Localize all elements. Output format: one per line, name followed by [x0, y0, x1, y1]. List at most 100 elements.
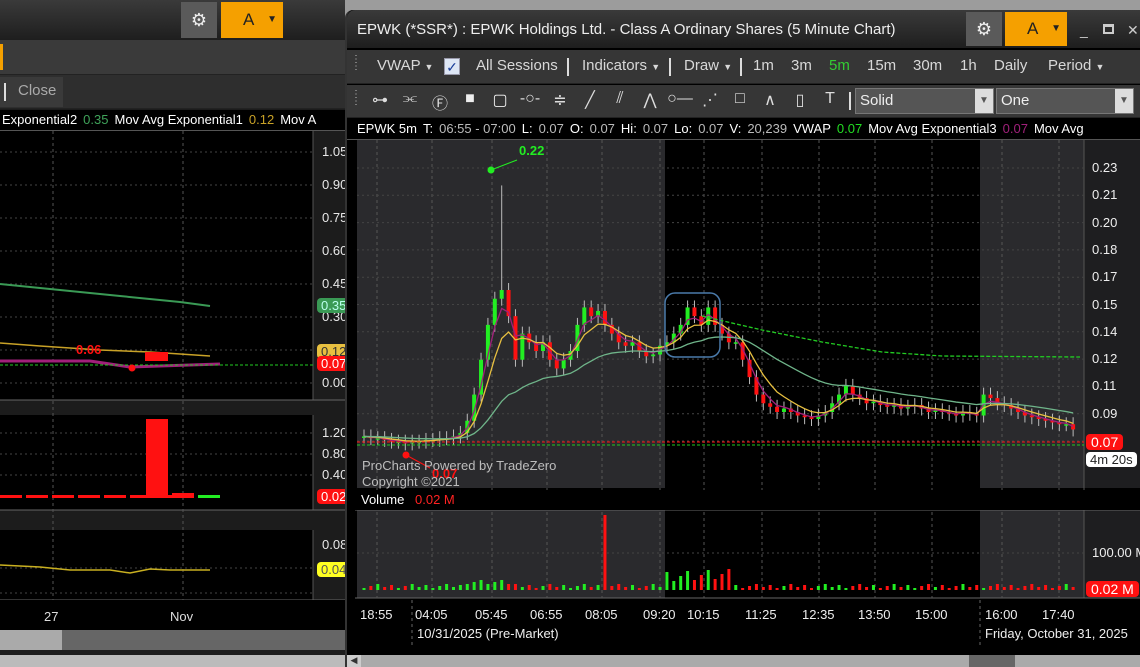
volume-bar — [810, 588, 813, 590]
volume-bar — [658, 587, 662, 590]
price-tick: 0.23 — [1092, 160, 1118, 175]
volume-value: 0.02 M — [415, 492, 455, 507]
time-label: 18:55 — [360, 607, 393, 622]
volume-bar — [562, 585, 566, 590]
volume-bar — [947, 588, 951, 590]
volume-bar — [500, 580, 504, 590]
volume-bar — [603, 515, 607, 590]
volume-bar — [424, 585, 428, 590]
candle — [768, 403, 773, 407]
volume-bar — [672, 581, 676, 590]
volume-bar — [885, 586, 889, 590]
volume-label: Volume — [361, 492, 405, 507]
volume-bar — [858, 584, 862, 590]
volume-bar — [410, 584, 414, 590]
volume-bar — [775, 588, 779, 590]
date-label: 10/31/2025 (Pre-Market) — [417, 626, 559, 641]
volume-bar — [830, 587, 834, 590]
time-label: 13:50 — [858, 607, 891, 622]
volume-bar — [1037, 587, 1041, 590]
volume-bar — [920, 586, 924, 590]
scroll-left-arrow[interactable]: ◀ — [347, 655, 361, 667]
volume-bar — [1050, 588, 1054, 590]
volume-bar — [699, 575, 703, 590]
price-tick: 0.09 — [1092, 405, 1118, 421]
candle — [871, 401, 876, 404]
volume-bar — [589, 587, 593, 590]
volume-bar — [507, 584, 511, 590]
last-price-tag: 0.07 — [1086, 434, 1124, 450]
volume-bar — [982, 588, 986, 590]
regular-session-bg — [665, 140, 980, 488]
time-label: 12:35 — [802, 607, 835, 622]
scrollbar-thumb[interactable] — [969, 655, 1015, 667]
volume-bar — [844, 588, 848, 590]
price-tick: 0.12 — [1092, 351, 1118, 367]
volume-bar — [837, 585, 841, 590]
time-label: 15:00 — [915, 607, 948, 622]
volume-bar — [1016, 588, 1020, 590]
volume-bar — [713, 579, 717, 590]
volume-bar — [383, 587, 387, 590]
date-label: Friday, October 31, 2025 — [985, 626, 1128, 641]
volume-bar — [761, 587, 765, 590]
volume-bar — [803, 585, 807, 590]
volume-bar — [534, 588, 538, 590]
volume-header-bg — [355, 490, 1140, 510]
time-label: 10:15 — [687, 607, 720, 622]
volume-bar — [486, 584, 490, 590]
candle — [733, 342, 738, 344]
time-label: 09:20 — [643, 607, 676, 622]
volume-bar — [720, 574, 724, 590]
volume-bar — [851, 586, 855, 590]
volume-bar — [679, 576, 683, 590]
volume-bar — [390, 585, 394, 590]
volume-bar — [768, 585, 772, 590]
volume-bar — [527, 585, 531, 590]
volume-bar — [734, 585, 738, 590]
price-chart[interactable] — [2, 0, 1140, 667]
candle — [589, 307, 594, 317]
volume-bar — [637, 588, 641, 590]
volume-bar — [940, 585, 944, 590]
time-label: 04:05 — [415, 607, 448, 622]
volume-bar — [727, 569, 731, 590]
volume-bar — [555, 587, 559, 590]
horizontal-scrollbar[interactable]: ◀ — [347, 655, 1140, 667]
volume-bar — [575, 586, 579, 590]
candle — [623, 342, 628, 346]
volume-bar — [989, 586, 992, 590]
volume-bar — [1023, 586, 1027, 590]
volume-bar — [631, 585, 634, 590]
volume-bar — [1071, 587, 1075, 590]
volume-bar — [927, 584, 931, 590]
volume-price-tag: 0.02 M — [1086, 581, 1139, 597]
candle — [499, 290, 504, 299]
volume-bar — [431, 588, 435, 590]
volume-bar — [1030, 584, 1034, 590]
volume-bar — [933, 587, 937, 590]
volume-bar — [493, 582, 497, 590]
volume-bar — [651, 584, 655, 590]
volume-bar — [968, 587, 972, 590]
chart-window[interactable]: EPWK (*SSR*) : EPWK Holdings Ltd. - Clas… — [345, 10, 1140, 667]
volume-bar — [369, 586, 373, 590]
volume-bar — [596, 585, 600, 590]
candle — [692, 307, 697, 317]
high-label: 0.22 — [519, 143, 545, 158]
candle — [1071, 424, 1076, 430]
volume-bar — [513, 584, 517, 590]
volume-bar — [520, 587, 524, 590]
candle — [761, 394, 766, 404]
watermark: ProCharts Powered by TradeZero — [362, 458, 557, 473]
price-tick: 0.17 — [1092, 269, 1118, 285]
candle — [582, 307, 587, 325]
volume-bar — [445, 584, 449, 590]
volume-bar — [975, 585, 979, 590]
volume-bar — [472, 582, 476, 590]
volume-bar — [754, 584, 758, 590]
volume-session-bg — [665, 510, 980, 598]
volume-bar — [1009, 585, 1013, 590]
volume-bar — [417, 587, 421, 590]
price-tick: 0.18 — [1092, 241, 1118, 257]
